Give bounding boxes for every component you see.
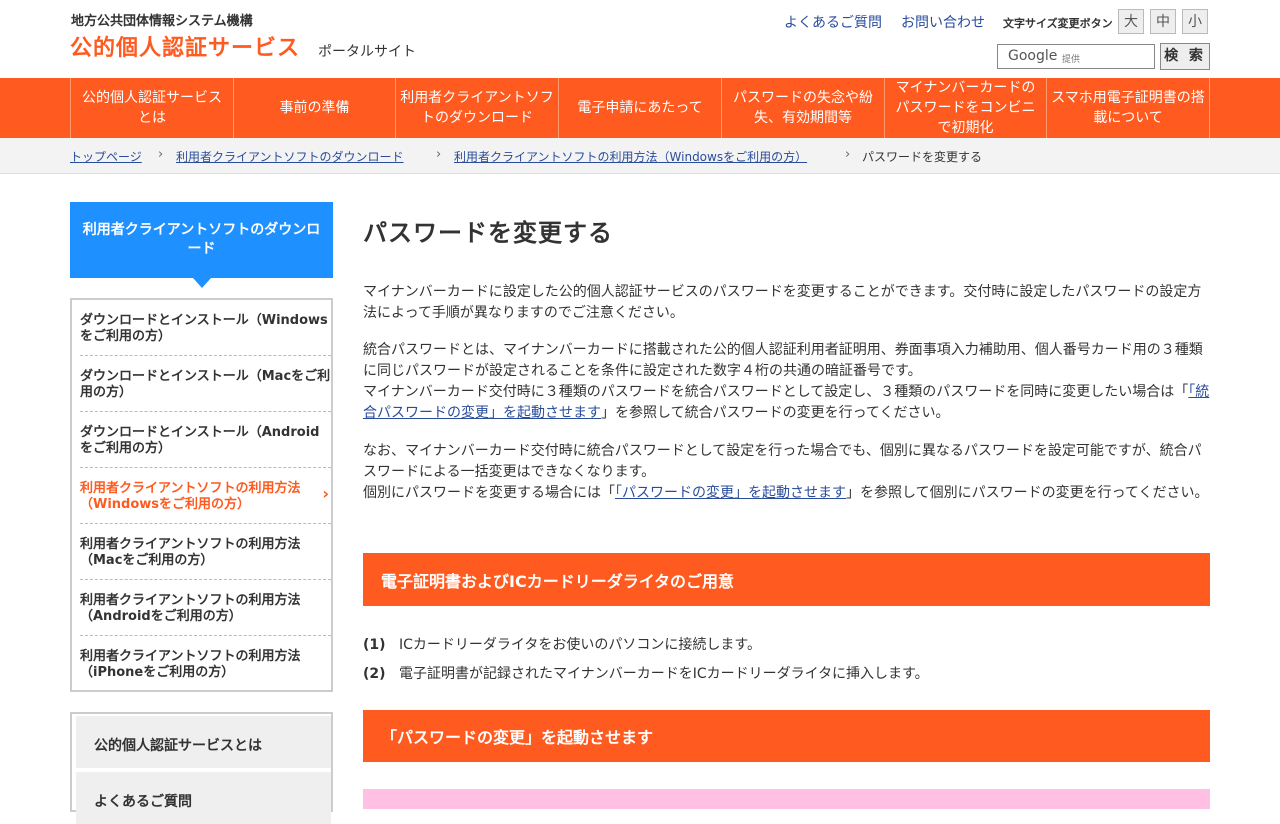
- search-button[interactable]: 検 索: [1160, 43, 1210, 70]
- sidebar-item-install-windows[interactable]: ダウンロードとインストール（Windowsをご利用の方）: [80, 300, 331, 356]
- pink-notice-box: [363, 789, 1210, 809]
- sidebar-item-label: ダウンロードとインストール（Windowsをご利用の方）: [80, 313, 328, 344]
- individual-password-paragraph: なお、マイナンバーカード交付時に統合パスワードとして設定を行った場合でも、個別に…: [363, 441, 1210, 504]
- breadcrumb-usage-windows-link[interactable]: 利用者クライアントソフトの利用方法（Windowsをご利用の方）: [454, 148, 807, 165]
- site-header: 地方公共団体情報システム機構 公的個人認証サービス ポータルサイト よくあるご質…: [0, 0, 1280, 78]
- font-size-small-button[interactable]: 小: [1182, 9, 1208, 34]
- gnav-item-password-lost[interactable]: パスワードの失念や紛失、有効期間等: [722, 78, 885, 138]
- section-heading-preparation: 電子証明書およびICカードリーダライタのご用意: [363, 553, 1210, 606]
- sidebar-item-label: 利用者クライアントソフトの利用方法（Androidをご利用の方）: [80, 593, 301, 624]
- sidebar-item-label: 利用者クライアントソフトの利用方法（iPhoneをご利用の方）: [80, 649, 301, 680]
- global-nav: 公的個人認証サービスとは 事前の準備 利用者クライアントソフトのダウンロード 電…: [0, 78, 1280, 138]
- site-subtitle: ポータルサイト: [318, 44, 416, 60]
- sidebar-item-install-mac[interactable]: ダウンロードとインストール（Macをご利用の方）: [80, 356, 331, 412]
- gnav-item-preparation[interactable]: 事前の準備: [234, 78, 396, 138]
- faq-link[interactable]: よくあるご質問: [784, 12, 882, 32]
- gnav-item-e-application[interactable]: 電子申請にあたって: [559, 78, 722, 138]
- password-change-link[interactable]: 「パスワードの変更」を起動させます: [615, 485, 846, 501]
- breadcrumb: トップページ › 利用者クライアントソフトのダウンロード › 利用者クライアント…: [0, 138, 1280, 174]
- paragraph-text: なお、マイナンバーカード交付時に統合パスワードとして設定を行った場合でも、個別に…: [363, 443, 1202, 480]
- sidebar-heading[interactable]: 利用者クライアントソフトのダウンロード: [70, 202, 333, 278]
- sidebar-item-label: 利用者クライアントソフトの利用方法（Windowsをご利用の方）: [80, 481, 301, 512]
- breadcrumb-download-link[interactable]: 利用者クライアントソフトのダウンロード: [176, 148, 404, 165]
- breadcrumb-separator: ›: [158, 147, 164, 162]
- sidebar-item-usage-iphone[interactable]: 利用者クライアントソフトの利用方法（iPhoneをご利用の方）: [80, 636, 331, 692]
- sidebar-item-label: ダウンロードとインストール（Androidをご利用の方）: [80, 425, 320, 456]
- unified-password-paragraph: 統合パスワードとは、マイナンバーカードに搭載された公的個人認証利用者証明用、券面…: [363, 340, 1210, 424]
- sidebar-item-install-android[interactable]: ダウンロードとインストール（Androidをご利用の方）: [80, 412, 331, 468]
- gnav-item-download[interactable]: 利用者クライアントソフトのダウンロード: [396, 78, 559, 138]
- breadcrumb-separator: ›: [845, 147, 851, 162]
- font-size-medium-button[interactable]: 中: [1150, 9, 1176, 34]
- paragraph-text: 」を参照して個別にパスワードの変更を行ってください。: [846, 485, 1209, 501]
- sidebar-links-box: 公的個人認証サービスとは よくあるご質問: [70, 712, 333, 824]
- sidebar-menu: ダウンロードとインストール（Windowsをご利用の方） ダウンロードとインスト…: [70, 298, 333, 692]
- sidebar-item-label: ダウンロードとインストール（Macをご利用の方）: [80, 369, 331, 400]
- contact-link[interactable]: お問い合わせ: [901, 12, 985, 32]
- breadcrumb-separator: ›: [436, 147, 442, 162]
- gnav-item-smartphone-cert[interactable]: スマホ用電子証明書の搭載について: [1047, 78, 1210, 138]
- sidebar-heading-arrow: [193, 278, 211, 288]
- step-number: (2): [363, 666, 386, 682]
- breadcrumb-current: パスワードを変更する: [862, 150, 983, 164]
- site-title-link[interactable]: 公的個人認証サービス: [70, 30, 300, 62]
- paragraph-text: 個別にパスワードを変更する場合には「: [363, 485, 615, 501]
- step-number: (1): [363, 637, 386, 653]
- step-text: ICカードリーダライタをお使いのパソコンに接続します。: [399, 637, 761, 653]
- sidebar-item-usage-windows[interactable]: 利用者クライアントソフトの利用方法（Windowsをご利用の方） ›: [80, 468, 331, 524]
- step-item: (2) 電子証明書が記録されたマイナンバーカードをICカードリーダライタに挿入しま…: [363, 663, 929, 683]
- section-heading-launch: 「パスワードの変更」を起動させます: [363, 710, 1210, 762]
- gnav-item-convenience-store[interactable]: マイナンバーカードのパスワードをコンビニで初期化: [885, 78, 1047, 138]
- sidebar-item-usage-mac[interactable]: 利用者クライアントソフトの利用方法（Macをご利用の方）: [80, 524, 331, 580]
- sidebar-item-usage-android[interactable]: 利用者クライアントソフトの利用方法（Androidをご利用の方）: [80, 580, 331, 636]
- intro-paragraph: マイナンバーカードに設定した公的個人認証サービスのパスワードを変更することができ…: [363, 284, 1202, 321]
- google-logo: Google: [1008, 48, 1058, 64]
- chevron-right-icon: ›: [322, 484, 329, 503]
- paragraph-text: 」を参照して統合パスワードの変更を行ってください。: [601, 405, 950, 421]
- sidebar-item-label: 利用者クライアントソフトの利用方法（Macをご利用の方）: [80, 537, 301, 568]
- step-item: (1) ICカードリーダライタをお使いのパソコンに接続します。: [363, 634, 761, 654]
- breadcrumb-top-link[interactable]: トップページ: [70, 148, 142, 165]
- gnav-item-about[interactable]: 公的個人認証サービスとは: [70, 78, 234, 138]
- step-text: 電子証明書が記録されたマイナンバーカードをICカードリーダライタに挿入します。: [399, 666, 929, 682]
- font-size-label: 文字サイズ変更ボタン: [1003, 17, 1113, 30]
- font-size-large-button[interactable]: 大: [1118, 9, 1144, 34]
- paragraph-text: マイナンバーカード交付時に３種類のパスワードを統合パスワードとして設定し、３種類…: [363, 384, 1189, 400]
- google-provided-label: 提供: [1062, 55, 1081, 65]
- search-input[interactable]: Google 提供: [997, 44, 1155, 69]
- organization-name: 地方公共団体情報システム機構: [71, 14, 253, 29]
- paragraph-text: 統合パスワードとは、マイナンバーカードに搭載された公的個人認証利用者証明用、券面…: [363, 342, 1203, 379]
- sidebar-link-about[interactable]: 公的個人認証サービスとは: [76, 716, 331, 768]
- page-title: パスワードを変更する: [363, 219, 613, 247]
- sidebar-link-faq[interactable]: よくあるご質問: [76, 772, 331, 824]
